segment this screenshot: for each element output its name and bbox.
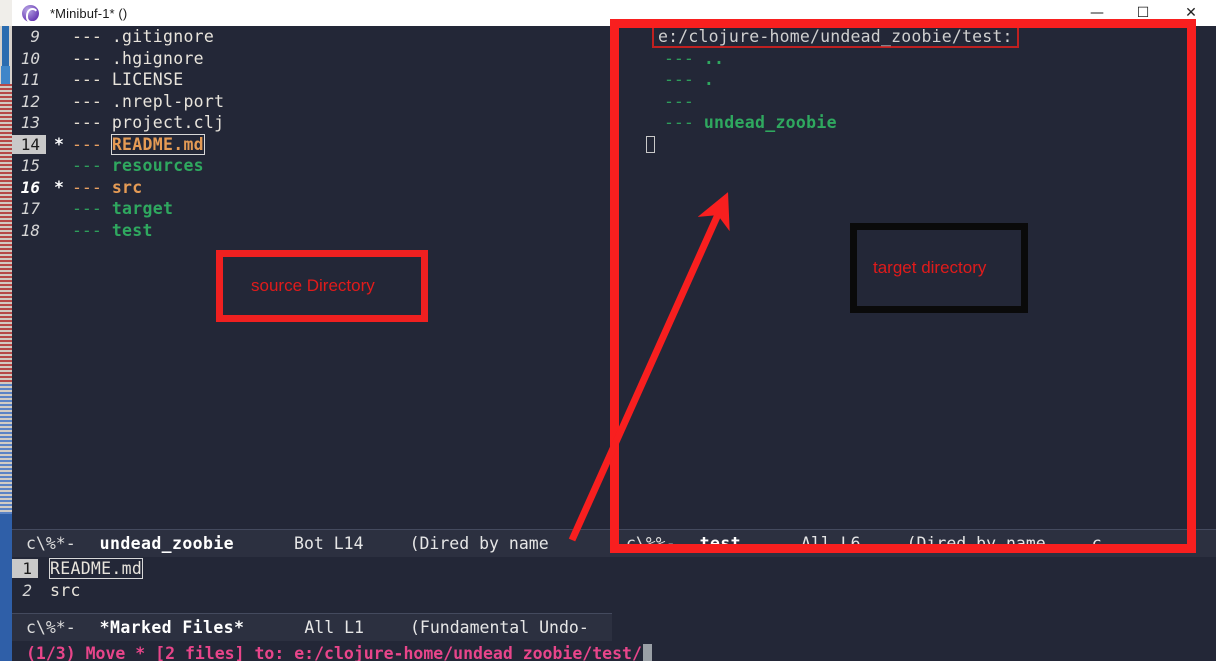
- line-number: 10: [20, 48, 40, 68]
- dired-row[interactable]: 11 --- LICENSE: [12, 69, 612, 91]
- dired-file-name[interactable]: ..: [704, 49, 724, 68]
- dired-tree-dashes: ---: [72, 177, 102, 197]
- marked-file-row[interactable]: 2 src: [12, 579, 612, 601]
- dired-file-name[interactable]: target: [112, 199, 173, 218]
- dired-tree-dashes: ---: [72, 134, 102, 154]
- line-number: 2: [22, 580, 32, 600]
- maximize-button[interactable]: ☐: [1120, 0, 1166, 26]
- dired-tree-dashes: ---: [72, 199, 102, 219]
- dired-tree-dashes: ---: [72, 113, 102, 133]
- dired-row[interactable]: 16 * --- src: [12, 177, 612, 199]
- window-title: *Minibuf-1* (): [50, 5, 128, 21]
- dired-tree-dashes: ---: [72, 70, 102, 90]
- minibuffer-caret: [642, 644, 652, 661]
- dired-file-name[interactable]: .nrepl-port: [112, 92, 225, 111]
- modeline-target-position: All L6: [801, 534, 861, 553]
- annotation-source-directory-box: source Directory: [216, 250, 428, 322]
- dired-row[interactable]: 13 --- project.clj: [12, 112, 612, 134]
- dired-row[interactable]: 5---undead_zoobie: [612, 112, 1216, 134]
- marked-file-name[interactable]: src: [50, 581, 81, 600]
- window-controls: — ☐ ✕: [1074, 0, 1216, 26]
- echo-area: (1/3) Move * [2 files] to: e:/clojure-ho…: [12, 641, 1216, 661]
- dired-tree-dashes: ---: [72, 27, 102, 47]
- annotation-source-directory-label: source Directory: [251, 276, 375, 295]
- dired-file-name[interactable]: test: [112, 221, 153, 240]
- modeline-source-flags: c\%*-: [26, 534, 76, 553]
- line-number: 1: [12, 558, 38, 578]
- marked-file-name[interactable]: README.md: [48, 557, 144, 579]
- line-number: 9: [30, 27, 40, 47]
- line-number: 12: [20, 91, 40, 111]
- dired-file-name[interactable]: .: [704, 70, 714, 89]
- modeline-source-position: Bot L14: [294, 534, 364, 553]
- annotation-target-directory-box: target directory: [850, 223, 1028, 313]
- dired-file-name[interactable]: .gitignore: [112, 27, 214, 46]
- dired-row[interactable]: 18 --- test: [12, 220, 612, 242]
- dired-tree-dashes: ---: [72, 48, 102, 68]
- modeline-source-buffer: undead_zoobie: [99, 534, 235, 553]
- target-path-header: e:/clojure-home/undead_zoobie/test:: [652, 25, 1019, 49]
- buffer-area: 9 --- .gitignore 10 --- .hgignore 11 --- LICENSE…: [12, 25, 1216, 661]
- modeline-marked-mode: (Fundamental Undo-: [409, 618, 589, 637]
- modeline-target-flags: c\%%-: [626, 534, 676, 553]
- modeline-marked-files: c\%*- *Marked Files* All L1 (Fundamental…: [12, 613, 612, 641]
- modeline-target: c\%%- test All L6 (Dired by name c: [612, 529, 1216, 557]
- dired-row[interactable]: 9 --- .gitignore: [12, 26, 612, 48]
- line-number: 17: [20, 199, 40, 219]
- window-titlebar: *Minibuf-1* () — ☐ ✕: [12, 0, 1216, 26]
- emacs-icon: [22, 4, 39, 23]
- dired-file-name[interactable]: project.clj: [112, 113, 225, 132]
- dired-tree-dashes: ---: [664, 48, 694, 68]
- screen-root: *Minibuf-1* () — ☐ ✕ 9 --- .gitignore 10 ---…: [0, 0, 1216, 661]
- modeline-source: c\%*- undead_zoobie Bot L14 (Dired by na…: [12, 529, 612, 557]
- target-cursor-row: [612, 134, 1216, 156]
- dired-file-name[interactable]: resources: [112, 156, 204, 175]
- modeline-target-buffer: test: [699, 534, 742, 553]
- dired-tree-dashes: ---: [664, 70, 694, 90]
- dired-mark-flag: *: [54, 177, 64, 197]
- dired-row[interactable]: 10 --- .hgignore: [12, 48, 612, 70]
- modeline-target-mode: (Dired by name: [906, 534, 1046, 553]
- dired-tree-dashes: ---: [72, 156, 102, 176]
- line-number: 16: [20, 177, 40, 197]
- dired-row[interactable]: 3---.: [612, 69, 1216, 91]
- dired-tree-dashes: ---: [664, 91, 694, 111]
- marked-file-row[interactable]: 1 README.md: [12, 557, 612, 579]
- line-number: 11: [20, 70, 40, 90]
- dired-file-name[interactable]: undead_zoobie: [704, 113, 837, 132]
- line-number: 18: [20, 220, 40, 240]
- dired-file-name[interactable]: LICENSE: [112, 70, 184, 89]
- line-number: 13: [20, 113, 40, 133]
- dired-row[interactable]: 15 --- resources: [12, 155, 612, 177]
- modeline-target-trailing: c: [1091, 534, 1102, 553]
- emacs-frame: *Minibuf-1* () — ☐ ✕ 9 --- .gitignore 10 ---…: [12, 0, 1216, 661]
- dired-row[interactable]: 12 --- .nrepl-port: [12, 91, 612, 113]
- modeline-marked-position: All L1: [304, 618, 364, 637]
- dired-row[interactable]: 2---..: [612, 48, 1216, 70]
- dired-row[interactable]: 14 * --- README.md: [12, 133, 612, 156]
- dired-tree-dashes: ---: [72, 91, 102, 111]
- dired-mark-flag: *: [54, 134, 64, 154]
- dired-file-name[interactable]: src: [112, 178, 143, 197]
- modeline-marked-flags: c\%*-: [26, 618, 76, 637]
- marked-files-buffer[interactable]: 1 README.md 2 src: [12, 557, 612, 613]
- dired-row[interactable]: 4---: [612, 91, 1216, 113]
- modeline-source-mode: (Dired by name: [409, 534, 549, 553]
- minimize-button[interactable]: —: [1074, 0, 1120, 26]
- dired-row[interactable]: 17 --- target: [12, 198, 612, 220]
- dired-tree-dashes: ---: [664, 113, 694, 133]
- dired-tree-dashes: ---: [72, 220, 102, 240]
- point-cursor: [646, 135, 655, 153]
- minibuffer-prompt-row[interactable]: (1/3) Move * [2 files] to: e:/clojure-ho…: [12, 641, 1216, 661]
- modeline-marked-buffer: *Marked Files*: [99, 618, 245, 637]
- close-button[interactable]: ✕: [1166, 0, 1216, 26]
- minibuffer-prompt: (1/3) Move * [2 files] to: e:/clojure-ho…: [26, 643, 642, 661]
- line-number: 14: [12, 134, 46, 154]
- target-path-header-row: e:/clojure-home/undead_zoobie/test:: [612, 25, 1216, 49]
- dired-file-name[interactable]: .hgignore: [112, 49, 204, 68]
- line-number: 15: [20, 156, 40, 176]
- annotation-target-directory-label: target directory: [873, 258, 987, 277]
- dired-file-name[interactable]: README.md: [110, 133, 205, 155]
